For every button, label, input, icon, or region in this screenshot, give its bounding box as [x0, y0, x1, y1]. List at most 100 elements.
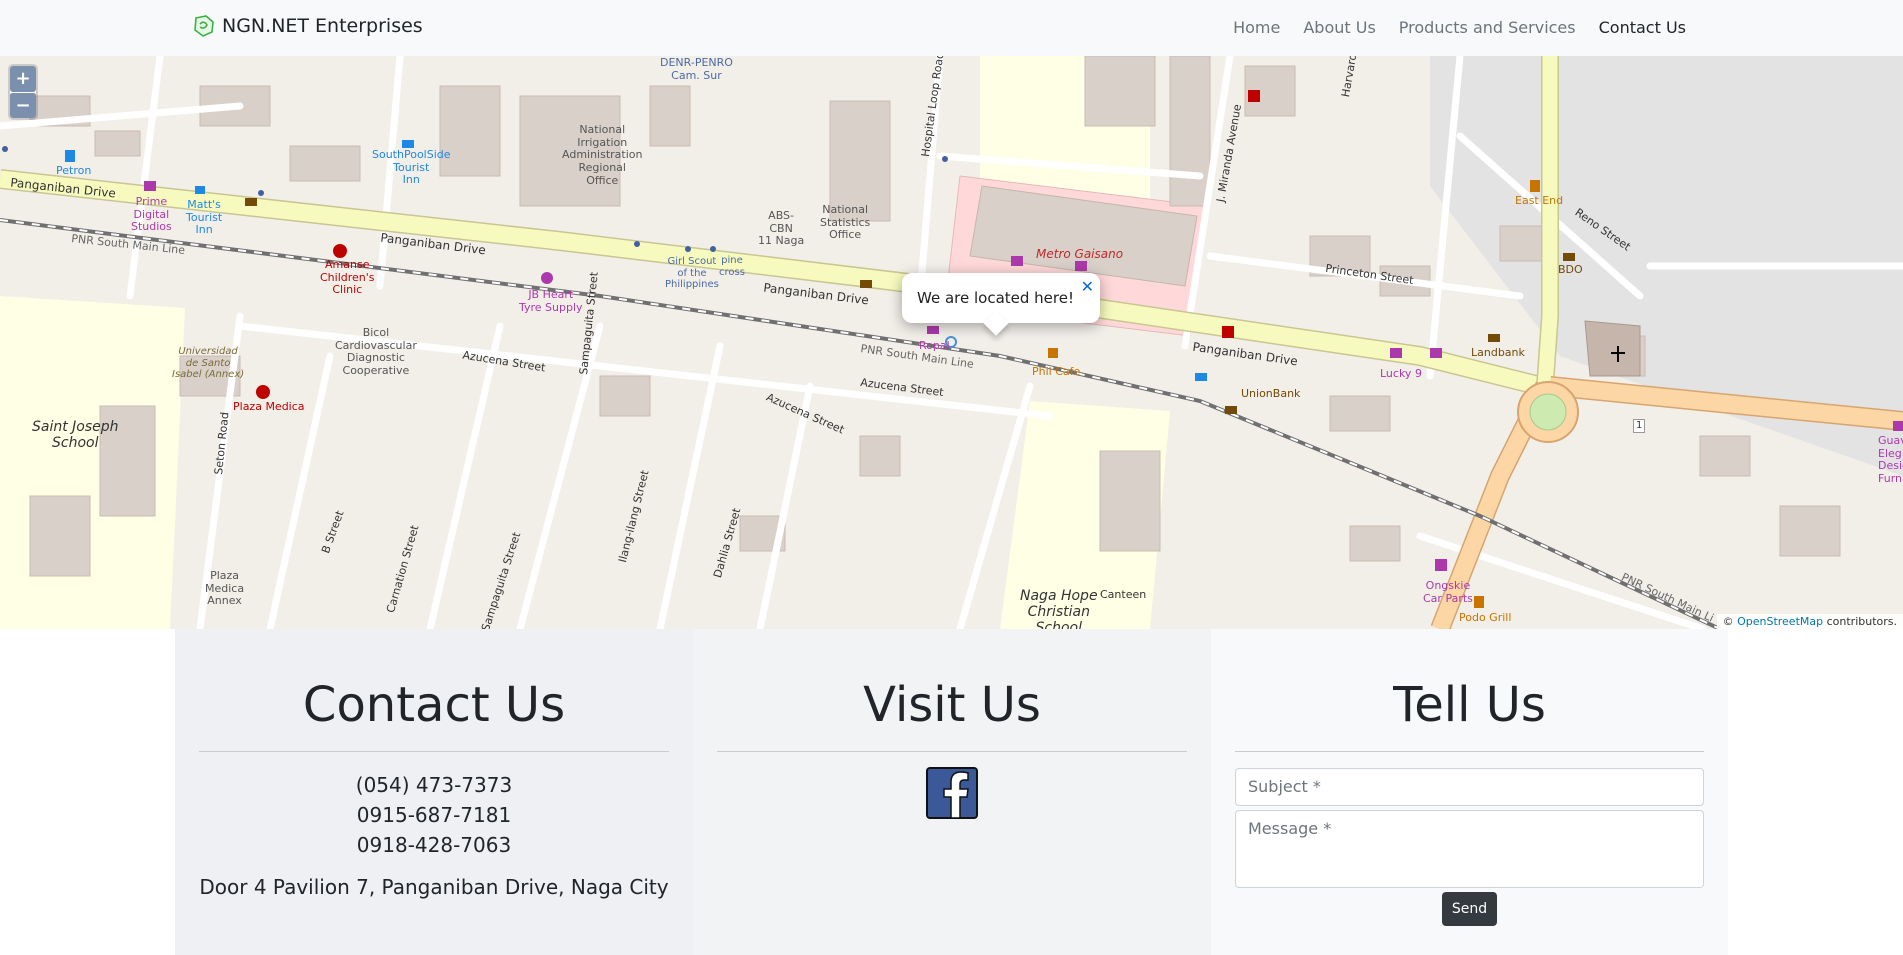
- map-label: UnionBank: [1241, 387, 1301, 400]
- map-label: Canteen: [1100, 588, 1147, 601]
- map-attribution: © OpenStreetMap contributors.: [1716, 614, 1903, 629]
- building: [1779, 505, 1841, 557]
- pharmacy-icon: [1222, 326, 1234, 338]
- map-label: Landbank: [1471, 346, 1525, 359]
- nav-links: Home About Us Products and Services Cont…: [1221, 16, 1697, 37]
- map-label: Ropal: [919, 339, 950, 352]
- building: [94, 130, 141, 157]
- poi-dot: [258, 190, 264, 196]
- zoom-out-button[interactable]: −: [10, 92, 36, 118]
- map-label: Petron: [56, 164, 92, 177]
- map-label: Naga Hope Christian School: [1020, 588, 1098, 629]
- visit-column: Visit Us: [693, 629, 1211, 955]
- street: [756, 382, 814, 629]
- poi-dot: [942, 156, 948, 162]
- nav-contact-us[interactable]: Contact Us: [1587, 16, 1697, 37]
- hotel-icon: [195, 186, 205, 194]
- close-icon[interactable]: ✕: [1081, 277, 1094, 296]
- map-label: Bicol Cardiovascular Diagnostic Cooperat…: [335, 326, 417, 377]
- map-label: pine cross: [719, 255, 745, 278]
- bank-icon: [245, 198, 257, 206]
- map-label: Saint Joseph School: [32, 419, 119, 452]
- nav-about-us[interactable]: About Us: [1291, 16, 1386, 37]
- bank-icon: [1488, 334, 1500, 342]
- map-label: Podo Grill: [1459, 611, 1512, 624]
- map-popup: We are located here! ✕: [902, 273, 1100, 336]
- tell-column: Tell Us Subject * Message * Send: [1211, 629, 1728, 955]
- roundabout-center: [1529, 393, 1567, 431]
- bank-icon: [860, 280, 872, 288]
- shop-icon: [1430, 348, 1442, 358]
- tell-heading: Tell Us: [1393, 677, 1546, 733]
- map-label: Matt's Tourist Inn: [186, 198, 223, 237]
- map-label: Metro Gaisano: [1036, 247, 1124, 261]
- building: [1349, 525, 1401, 562]
- shop-icon: [927, 326, 939, 334]
- map-label: Phil Cafe: [1032, 365, 1081, 378]
- building: [29, 495, 91, 577]
- street: [426, 322, 504, 629]
- fuel-icon: [65, 150, 75, 162]
- subject-input[interactable]: Subject *: [1235, 768, 1704, 806]
- church-building: [1584, 320, 1641, 377]
- shop-icon: [1075, 261, 1087, 271]
- openstreetmap-link[interactable]: OpenStreetMap: [1737, 615, 1823, 628]
- bank-icon: [1563, 253, 1575, 261]
- contact-column: Contact Us (054) 473-7373 0915-687-7181 …: [175, 629, 693, 955]
- phone-list: (054) 473-7373 0915-687-7181 0918-428-70…: [175, 770, 693, 860]
- visit-heading: Visit Us: [863, 677, 1041, 733]
- building: [599, 375, 651, 417]
- send-button[interactable]: Send: [1442, 892, 1497, 926]
- map-label: ABS- CBN 11 Naga: [758, 209, 805, 248]
- message-textarea[interactable]: Message *: [1235, 810, 1704, 888]
- camera-icon: [144, 181, 156, 191]
- attribution-prefix: ©: [1722, 615, 1734, 628]
- facebook-icon[interactable]: [926, 767, 978, 819]
- map-label: SouthPoolSide Tourist Inn: [372, 148, 451, 187]
- bank-icon: [1225, 406, 1237, 414]
- zoom-in-button[interactable]: +: [10, 66, 36, 92]
- building: [859, 435, 901, 477]
- building: [289, 145, 361, 182]
- poi-dot: [2, 146, 8, 152]
- map-label: National Irrigation Administration Regio…: [562, 123, 643, 187]
- primary-road: [1537, 56, 1558, 387]
- zoom-control: + −: [10, 66, 36, 118]
- restaurant-icon: [1474, 596, 1484, 608]
- attribution-suffix: contributors.: [1826, 615, 1897, 628]
- building: [1329, 395, 1391, 432]
- car-parts-icon: [1435, 559, 1447, 571]
- map-tiles: [0, 56, 1903, 629]
- nav-home[interactable]: Home: [1221, 16, 1291, 37]
- nav-products-services[interactable]: Products and Services: [1387, 16, 1587, 37]
- street: [126, 56, 164, 300]
- divider: [199, 751, 669, 752]
- map-label: Universidad de Santo Isabel (Annex): [172, 346, 245, 380]
- building: [1084, 56, 1156, 127]
- hotel-icon: [1195, 373, 1207, 381]
- poi-dot: [634, 241, 640, 247]
- hospital-icon: [256, 385, 270, 399]
- shop-icon: [541, 272, 553, 284]
- hotel-icon: [402, 140, 414, 148]
- location-map[interactable]: DENR-PENRO Cam. Sur National Irrigation …: [0, 56, 1903, 629]
- cafe-icon: [1048, 348, 1058, 358]
- shop-icon: [1893, 421, 1903, 431]
- poi-dot: [685, 246, 691, 252]
- shop-icon: [1390, 348, 1402, 358]
- brand-link[interactable]: NGN.NET Enterprises: [192, 14, 423, 38]
- poi-dot: [710, 246, 716, 252]
- popup-text: We are located here!: [917, 289, 1074, 307]
- pharmacy-icon: [1248, 90, 1260, 102]
- building: [1699, 435, 1751, 477]
- phone-number: 0918-428-7063: [356, 833, 512, 857]
- map-label: Girl Scout of the Philippines: [665, 256, 719, 290]
- route-shield: 1: [1633, 419, 1646, 433]
- map-label: Guava Eleg Desig Furnit: [1878, 434, 1903, 485]
- map-label: DENR-PENRO Cam. Sur: [660, 56, 733, 82]
- restaurant-icon: [1530, 180, 1540, 192]
- map-label: National Statistics Office: [820, 203, 871, 242]
- street: [656, 342, 724, 629]
- school-area: [0, 296, 185, 629]
- map-label: East End: [1515, 194, 1564, 207]
